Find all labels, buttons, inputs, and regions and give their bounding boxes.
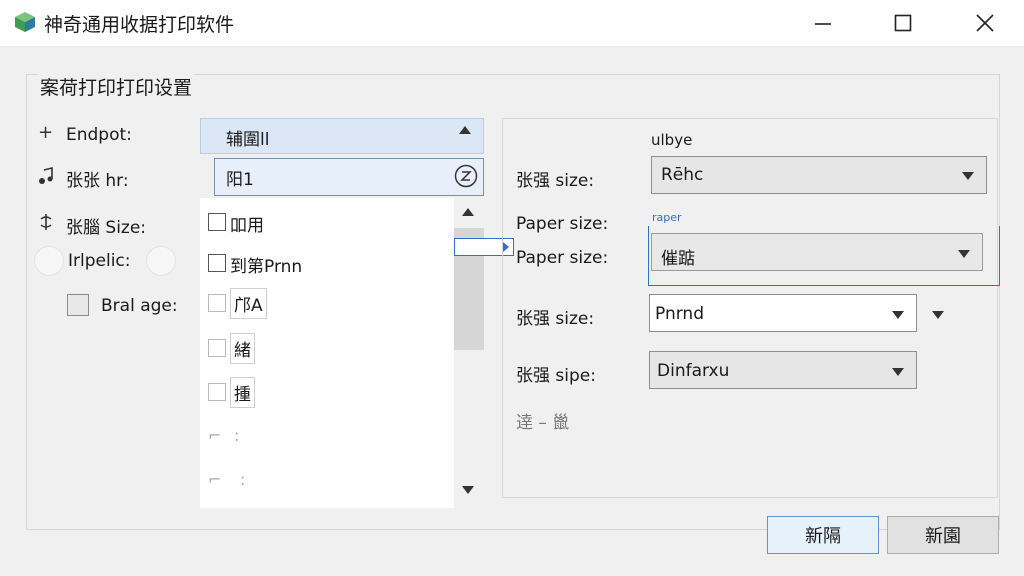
combo-1-value: Rēhc bbox=[661, 165, 704, 185]
list-item-faint-icon: ⌐ bbox=[208, 470, 222, 489]
app-icon bbox=[15, 12, 35, 32]
paper-size-combo-2[interactable] bbox=[651, 233, 983, 271]
paper-size-label-a: Paper size: bbox=[516, 214, 609, 234]
list-item[interactable]: 揰 bbox=[230, 377, 255, 408]
dropdown-header-text: 辅圍ll bbox=[226, 130, 270, 150]
radio-label: Irlpelic: bbox=[68, 251, 131, 271]
music-note-icon bbox=[39, 166, 53, 184]
window-title: 神奇通用收据打印软件 bbox=[44, 14, 235, 36]
dropdown-field-value: 阳1 bbox=[226, 170, 254, 190]
maximize-button[interactable] bbox=[872, 0, 934, 46]
cancel-button[interactable]: 新園 bbox=[887, 516, 999, 554]
radio-option-2[interactable] bbox=[146, 246, 176, 276]
title-bar: 神奇通用收据打印软件 bbox=[0, 0, 1024, 46]
minimize-icon bbox=[815, 23, 831, 25]
list-item[interactable]: : bbox=[240, 470, 245, 489]
combo-4-value: Dinfarxu bbox=[657, 361, 730, 381]
chevron-up-icon[interactable] bbox=[459, 126, 471, 134]
chevron-down-icon[interactable] bbox=[962, 172, 974, 180]
scroll-down-icon[interactable] bbox=[462, 486, 474, 494]
list-item[interactable]: 到第Prnn bbox=[230, 252, 302, 277]
list-item[interactable]: 緒 bbox=[230, 333, 255, 364]
paper-type-label: 张强 sipe: bbox=[516, 366, 596, 386]
size-label: 张腦 Size: bbox=[66, 218, 147, 238]
paper-row2-label: 张张 hr: bbox=[66, 171, 129, 191]
dropdown-field[interactable] bbox=[214, 158, 484, 196]
close-button[interactable] bbox=[954, 0, 1016, 46]
panel-top-label: ulbye bbox=[651, 131, 693, 149]
checkbox-label: Bral age: bbox=[101, 296, 178, 316]
group-title: 案荷打印打印设置 bbox=[38, 73, 195, 100]
paper-size-label-1: 张强 size: bbox=[516, 171, 595, 191]
list-item-checkbox[interactable] bbox=[208, 213, 226, 231]
close-icon bbox=[976, 14, 994, 32]
maximize-icon bbox=[894, 14, 912, 32]
endpot-label: Endpot: bbox=[66, 125, 132, 145]
radio-option-1[interactable] bbox=[34, 246, 64, 276]
list-item-checkbox[interactable] bbox=[208, 254, 226, 272]
list-item[interactable]: 邝A bbox=[230, 288, 267, 319]
minimize-button[interactable] bbox=[792, 0, 854, 46]
ok-button[interactable]: 新隔 bbox=[767, 516, 879, 554]
list-item[interactable]: : bbox=[234, 426, 239, 445]
list-item-checkbox[interactable] bbox=[208, 294, 226, 312]
bral-age-checkbox[interactable] bbox=[67, 294, 89, 316]
size-icon bbox=[40, 214, 52, 230]
list-item-checkbox[interactable] bbox=[208, 383, 226, 401]
panel-footer-text: 逹 – 巤 bbox=[516, 413, 570, 433]
clear-icon[interactable] bbox=[454, 164, 478, 188]
combo-2-value: 催踮 bbox=[661, 249, 695, 269]
paper-small-label: raper bbox=[652, 211, 682, 224]
chevron-down-icon[interactable] bbox=[892, 368, 904, 376]
list-item-faint-icon: ⌐ bbox=[208, 426, 222, 445]
list-item[interactable]: 吅用 bbox=[230, 211, 264, 236]
paper-size-label-3: 张强 size: bbox=[516, 309, 595, 329]
plus-icon: + bbox=[38, 122, 54, 143]
combo-3-value: Pnrnd bbox=[655, 304, 704, 324]
chevron-down-icon[interactable] bbox=[932, 311, 944, 319]
chevron-down-icon[interactable] bbox=[892, 311, 904, 319]
paper-size-label-b: Paper size: bbox=[516, 248, 609, 268]
scroll-up-icon[interactable] bbox=[462, 208, 474, 216]
list-item-checkbox[interactable] bbox=[208, 339, 226, 357]
chevron-down-icon[interactable] bbox=[958, 250, 970, 258]
